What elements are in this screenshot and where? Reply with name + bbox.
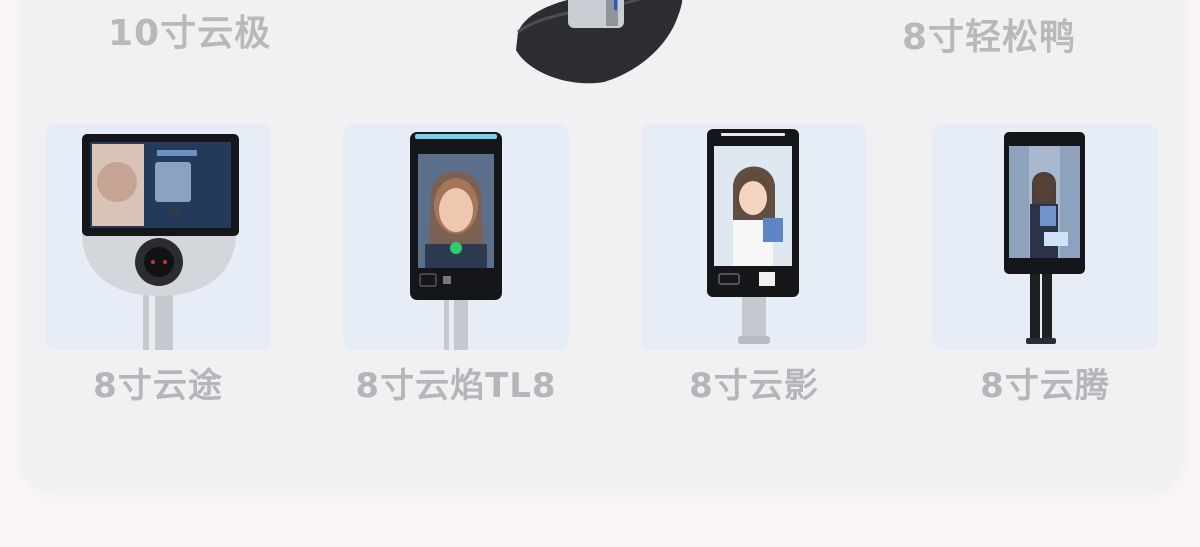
- device-image-yunying: [707, 129, 799, 344]
- product-name-yunying: 8寸云影: [689, 366, 819, 406]
- product-card-yunyan-tl8[interactable]: [343, 124, 569, 350]
- product-card-yunteng[interactable]: [932, 124, 1158, 350]
- product-card-yunying[interactable]: [641, 124, 867, 350]
- device-image-yunyan-tl8: [410, 132, 502, 350]
- product-card-yuntu[interactable]: [45, 124, 271, 350]
- product-label-10in-yunji: 10寸云极: [108, 13, 272, 54]
- device-image-yuntu: [82, 134, 239, 350]
- stand-base-image: [516, 0, 683, 84]
- product-name-yunteng: 8寸云腾: [980, 366, 1110, 406]
- device-image-yunteng: [1004, 132, 1085, 344]
- product-name-yunyan-tl8: 8寸云焰TL8: [355, 366, 557, 406]
- product-label-8in-qingsongya: 8寸轻松鸭: [902, 17, 1077, 58]
- product-name-yuntu: 8寸云途: [93, 366, 223, 406]
